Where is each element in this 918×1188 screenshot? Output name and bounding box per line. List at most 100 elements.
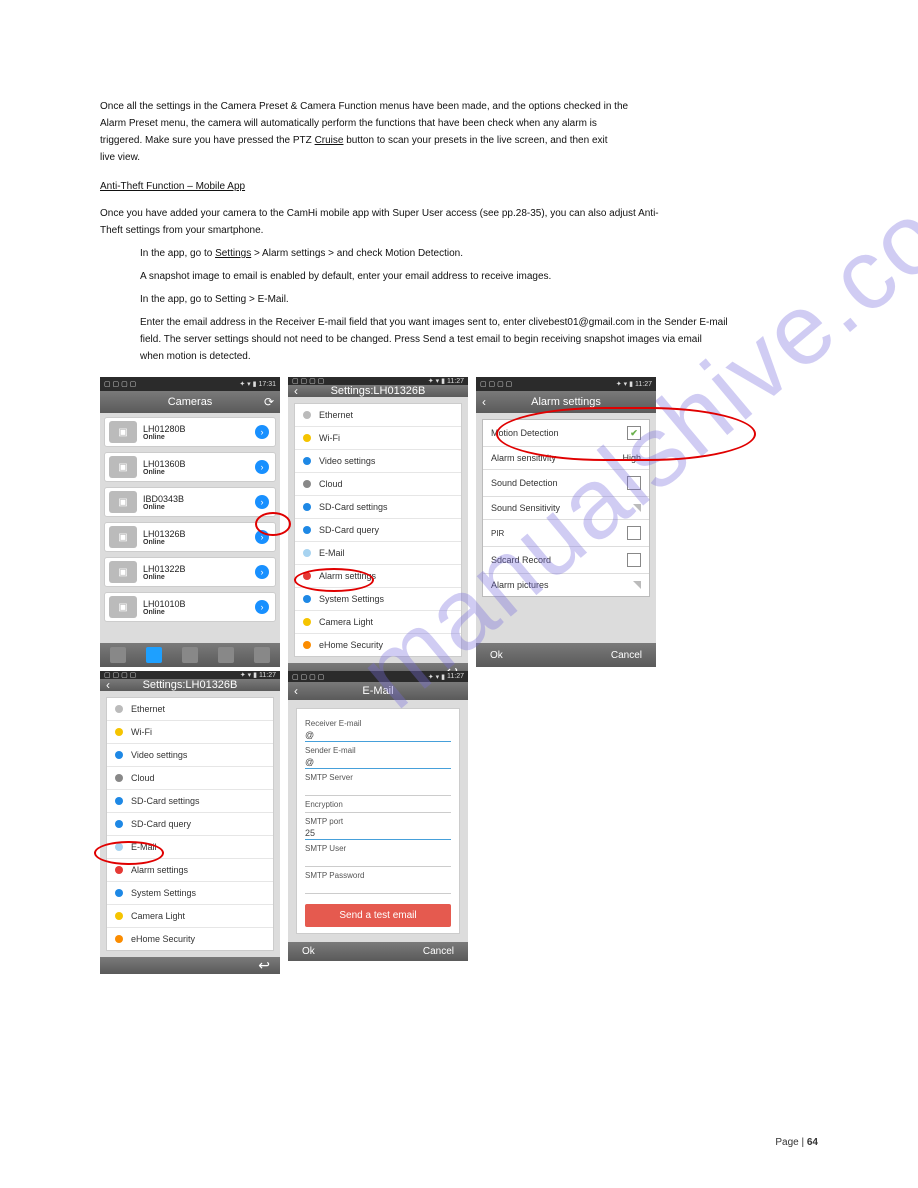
- field-label: Encryption: [305, 800, 451, 813]
- settings-item-system[interactable]: System Settings: [295, 588, 461, 611]
- settings-item-sd-query[interactable]: SD-Card query: [295, 519, 461, 542]
- smtp-user-input[interactable]: [305, 853, 451, 867]
- status-bar: ▢ ▢ ▢ ▢✦ ▾ ▮ 11:27: [100, 671, 280, 679]
- field-label: SMTP Password: [305, 871, 451, 880]
- tab-icon[interactable]: [254, 647, 270, 663]
- settings-item-sd-settings[interactable]: SD-Card settings: [107, 790, 273, 813]
- arrow-icon[interactable]: ›: [255, 460, 269, 474]
- settings-item-email[interactable]: E-Mail: [107, 836, 273, 859]
- arrow-icon[interactable]: ›: [255, 495, 269, 509]
- value-label: High: [622, 453, 641, 463]
- settings-item-ethernet[interactable]: Ethernet: [107, 698, 273, 721]
- intro-line: Enter the email address in the Receiver …: [140, 316, 818, 329]
- field-label: Sender E-mail: [305, 746, 451, 755]
- settings-item-sd-settings[interactable]: SD-Card settings: [295, 496, 461, 519]
- settings-item-video[interactable]: Video settings: [295, 450, 461, 473]
- page-title: Alarm settings: [531, 396, 601, 408]
- screenshot-cameras: ▢ ▢ ▢ ▢ ✦ ▾ ▮ 17:31 Cameras ⟳ ▣LH01280BO…: [100, 377, 280, 667]
- alarm-row-motion[interactable]: Motion Detection✔: [483, 420, 649, 447]
- bottom-bar: Ok Cancel: [476, 643, 656, 667]
- alarm-row-pir[interactable]: PIR: [483, 520, 649, 547]
- camera-row[interactable]: ▣LH01280BOnline›: [104, 417, 276, 447]
- settings-item-video[interactable]: Video settings: [107, 744, 273, 767]
- camera-icon: ▣: [109, 421, 137, 443]
- checkbox-icon[interactable]: ✔: [627, 426, 641, 440]
- intro-line: In the app, go to Setting > E-Mail.: [140, 293, 818, 306]
- field-label: SMTP port: [305, 817, 451, 826]
- camera-icon: ▣: [109, 456, 137, 478]
- cancel-button[interactable]: Cancel: [423, 946, 454, 957]
- smtp-server-input[interactable]: [305, 782, 451, 796]
- settings-item-system[interactable]: System Settings: [107, 882, 273, 905]
- back-icon[interactable]: ‹: [294, 384, 298, 398]
- settings-item-alarm[interactable]: Alarm settings: [295, 565, 461, 588]
- intro-line: Theft settings from your smartphone.: [100, 224, 818, 237]
- field-label: SMTP User: [305, 844, 451, 853]
- intro-line: Alarm Preset menu, the camera will autom…: [100, 117, 818, 130]
- alarm-row-pictures[interactable]: Alarm pictures: [483, 574, 649, 596]
- title-bar: ‹Settings:LH01326B: [288, 385, 468, 397]
- arrow-icon[interactable]: ›: [255, 425, 269, 439]
- camera-row[interactable]: ▣LH01010BOnline›: [104, 592, 276, 622]
- back-icon[interactable]: ‹: [294, 684, 298, 698]
- smtp-port-input[interactable]: 25: [305, 826, 451, 840]
- page-title: Settings:LH01326B: [143, 679, 238, 691]
- settings-item-sd-query[interactable]: SD-Card query: [107, 813, 273, 836]
- alarm-row-sdrecord[interactable]: Sdcard Record: [483, 547, 649, 574]
- screenshot-email: ▢ ▢ ▢ ▢✦ ▾ ▮ 11:27 ‹E-Mail Receiver E-ma…: [288, 671, 468, 961]
- settings-item-light[interactable]: Camera Light: [295, 611, 461, 634]
- checkbox-icon[interactable]: [627, 553, 641, 567]
- camera-row[interactable]: ▣LH01326BOnline›: [104, 522, 276, 552]
- arrow-icon[interactable]: ›: [255, 565, 269, 579]
- settings-item-ehome[interactable]: eHome Security: [295, 634, 461, 656]
- tab-icon[interactable]: [218, 647, 234, 663]
- smtp-password-input[interactable]: [305, 880, 451, 894]
- intro-line: Once all the settings in the Camera Pres…: [100, 100, 818, 113]
- title-bar: Cameras ⟳: [100, 391, 280, 413]
- camera-row[interactable]: ▣LH01360BOnline›: [104, 452, 276, 482]
- alarm-row-sensitivity[interactable]: Alarm sensitivityHigh: [483, 447, 649, 470]
- alarm-row-sound[interactable]: Sound Detection: [483, 470, 649, 497]
- settings-item-light[interactable]: Camera Light: [107, 905, 273, 928]
- checkbox-icon[interactable]: [627, 526, 641, 540]
- arrow-icon[interactable]: ›: [255, 530, 269, 544]
- arrow-icon[interactable]: ›: [255, 600, 269, 614]
- status-bar: ▢ ▢ ▢ ▢✦ ▾ ▮ 11:27: [288, 377, 468, 385]
- settings-item-cloud[interactable]: Cloud: [107, 767, 273, 790]
- sender-email-input[interactable]: @: [305, 755, 451, 769]
- field-label: Receiver E-mail: [305, 719, 451, 728]
- ok-button[interactable]: Ok: [490, 650, 503, 661]
- settings-item-alarm[interactable]: Alarm settings: [107, 859, 273, 882]
- refresh-icon[interactable]: ⟳: [264, 395, 274, 409]
- section-heading: Anti-Theft Function – Mobile App: [100, 181, 245, 192]
- intro-line: triggered. Make sure you have pressed th…: [100, 134, 818, 147]
- tab-icon[interactable]: [110, 647, 126, 663]
- camera-icon: ▣: [109, 596, 137, 618]
- settings-item-email[interactable]: E-Mail: [295, 542, 461, 565]
- send-test-email-button[interactable]: Send a test email: [305, 904, 451, 927]
- title-bar: ‹ E-Mail: [288, 682, 468, 700]
- title-bar: ‹ Settings:LH01326B: [100, 679, 280, 691]
- tab-icon[interactable]: [146, 647, 162, 663]
- settings-item-wifi[interactable]: Wi-Fi: [107, 721, 273, 744]
- back-icon[interactable]: ‹: [482, 395, 486, 409]
- settings-item-wifi[interactable]: Wi-Fi: [295, 427, 461, 450]
- intro-line: In the app, go to Settings > Alarm setti…: [140, 247, 818, 260]
- alarm-row-sound-sens[interactable]: Sound Sensitivity: [483, 497, 649, 520]
- title-bar: ‹ Alarm settings: [476, 391, 656, 413]
- back-icon[interactable]: ‹: [106, 678, 110, 692]
- back-icon[interactable]: ↩: [258, 957, 270, 974]
- settings-item-ethernet[interactable]: Ethernet: [295, 404, 461, 427]
- receiver-email-input[interactable]: @: [305, 728, 451, 742]
- camera-row[interactable]: ▣LH01322BOnline›: [104, 557, 276, 587]
- camera-icon: ▣: [109, 526, 137, 548]
- tab-icon[interactable]: [182, 647, 198, 663]
- ok-button[interactable]: Ok: [302, 946, 315, 957]
- settings-item-cloud[interactable]: Cloud: [295, 473, 461, 496]
- intro-line: A snapshot image to email is enabled by …: [140, 270, 818, 283]
- checkbox-icon[interactable]: [627, 476, 641, 490]
- page-title: E-Mail: [362, 685, 393, 697]
- settings-item-ehome[interactable]: eHome Security: [107, 928, 273, 950]
- cancel-button[interactable]: Cancel: [611, 650, 642, 661]
- camera-row[interactable]: ▣IBD0343BOnline›: [104, 487, 276, 517]
